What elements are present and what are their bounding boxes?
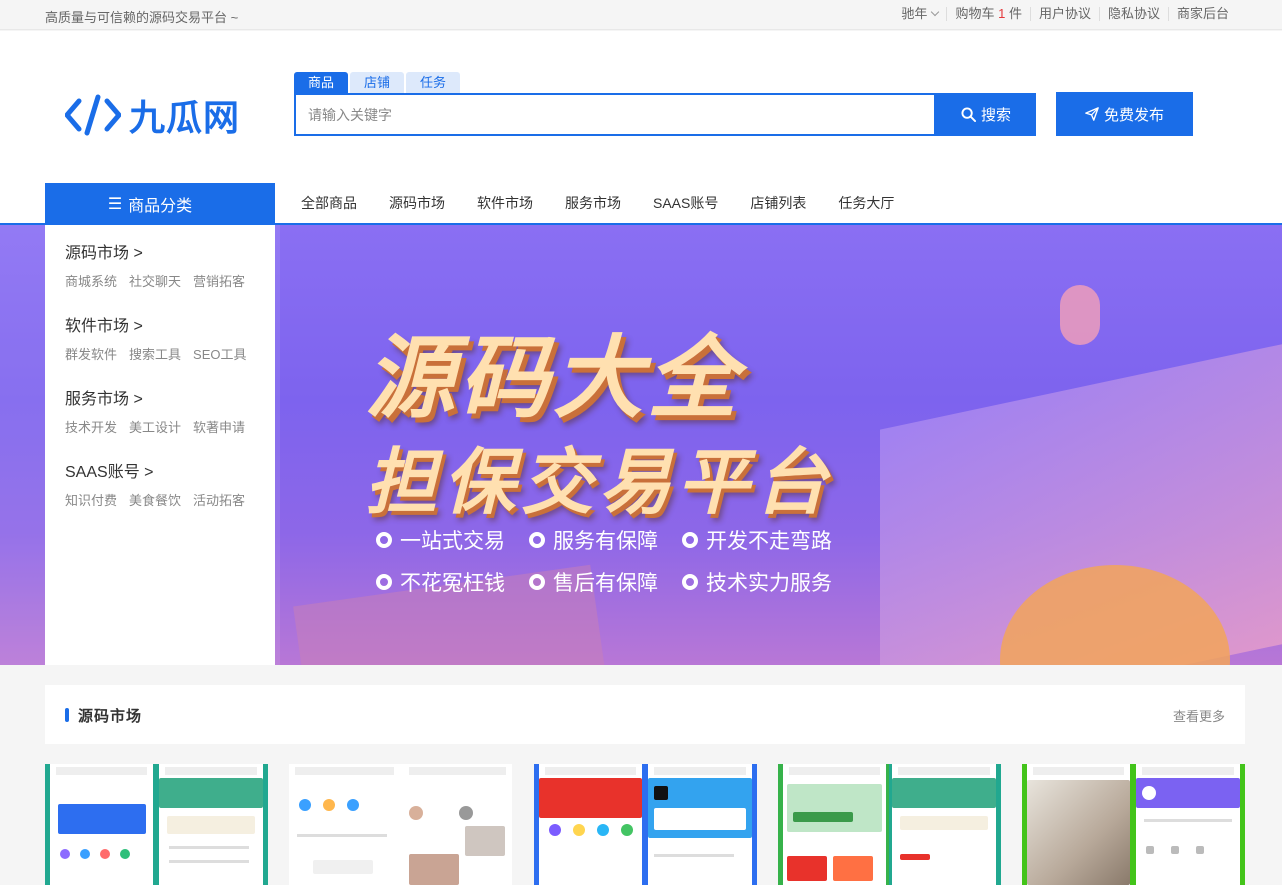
product-thumbnail <box>539 764 642 885</box>
subcategory-link[interactable]: 美工设计 <box>129 417 181 436</box>
banner-feature: 开发不走弯路 <box>682 525 852 555</box>
nav-all-goods[interactable]: 全部商品 <box>285 193 373 213</box>
chevron-down-icon <box>931 7 940 17</box>
cart-link[interactable]: 购物车 1 件 <box>946 7 1030 21</box>
subcategory-link[interactable]: 活动拓客 <box>193 490 245 509</box>
product-thumbnail <box>289 764 400 885</box>
category-title-service[interactable]: 服务市场 > <box>65 385 275 408</box>
site-logo[interactable]: 九瓜网 <box>65 89 240 141</box>
top-bar: 高质量与可信赖的源码交易平台 ~ 驰年 购物车 1 件 用户协议 隐私协议 商家… <box>0 0 1282 30</box>
search-tabs: 商品 店铺 任务 <box>294 72 462 93</box>
nav-service-market[interactable]: 服务市场 <box>549 193 637 213</box>
nav-saas-accounts[interactable]: SAAS账号 <box>637 193 734 213</box>
search-icon <box>961 107 976 122</box>
product-thumbnail <box>892 764 996 885</box>
category-menu-label: 商品分类 <box>128 198 193 215</box>
category-sidebar: 源码市场 > 商城系统 社交聊天 营销拓客 软件市场 > 群发软件 搜索工具 S… <box>45 225 275 665</box>
category-title-saas[interactable]: SAAS账号 > <box>65 458 275 481</box>
search-button[interactable]: 搜索 <box>936 93 1036 136</box>
subcategory-link[interactable]: 营销拓客 <box>193 271 245 290</box>
product-card[interactable] <box>45 764 268 885</box>
username: 驰年 <box>901 6 928 21</box>
nav-source-market[interactable]: 源码市场 <box>373 193 461 213</box>
top-links: 驰年 购物车 1 件 用户协议 隐私协议 商家后台 <box>893 7 1237 21</box>
circle-icon <box>529 532 545 548</box>
cart-label: 购物车 <box>955 6 995 21</box>
subcategory-link[interactable]: 群发软件 <box>65 344 117 363</box>
cart-count: 1 <box>998 6 1006 21</box>
banner-feature: 售后有保障 <box>529 567 682 597</box>
subcategory-link[interactable]: SEO工具 <box>193 344 246 363</box>
site-slogan: 高质量与可信赖的源码交易平台 ~ <box>45 10 239 25</box>
subcategory-link[interactable]: 知识付费 <box>65 490 117 509</box>
product-grid <box>45 764 1245 885</box>
product-thumbnail <box>1027 764 1130 885</box>
product-thumbnail <box>648 764 752 885</box>
send-icon <box>1085 107 1099 121</box>
product-thumbnail <box>1136 764 1240 885</box>
main-nav: ☰ 商品分类 全部商品 源码市场 软件市场 服务市场 SAAS账号 店铺列表 任… <box>0 183 1282 225</box>
banner-feature: 技术实力服务 <box>682 567 852 597</box>
subcategory-link[interactable]: 美食餐饮 <box>129 490 181 509</box>
product-card[interactable] <box>778 764 1001 885</box>
subcategory-link[interactable]: 社交聊天 <box>129 271 181 290</box>
logo-text: 九瓜网 <box>129 97 241 138</box>
search-tab-shops[interactable]: 店铺 <box>350 72 405 93</box>
banner-feature: 不花冤枉钱 <box>376 567 529 597</box>
product-thumbnail <box>783 764 886 885</box>
subcategory-link[interactable]: 搜索工具 <box>129 344 181 363</box>
circle-icon <box>682 532 698 548</box>
publish-button-label: 免费发布 <box>1103 106 1164 124</box>
product-card[interactable] <box>534 764 757 885</box>
category-group: 服务市场 > 技术开发 美工设计 软著申请 <box>65 385 275 458</box>
nav-links: 全部商品 源码市场 软件市场 服务市场 SAAS账号 店铺列表 任务大厅 <box>285 183 910 223</box>
nav-task-hall[interactable]: 任务大厅 <box>822 193 910 213</box>
banner-features: 一站式交易 服务有保障 开发不走弯路 不花冤枉钱 售后有保障 技术实力服务 <box>376 525 896 609</box>
banner-feature: 一站式交易 <box>376 525 529 555</box>
category-title-software[interactable]: 软件市场 > <box>65 312 275 335</box>
circle-icon <box>376 574 392 590</box>
circle-icon <box>682 574 698 590</box>
banner-feature: 服务有保障 <box>529 525 682 555</box>
product-card[interactable] <box>289 764 512 885</box>
search-box <box>294 93 936 136</box>
banner-subheadline: 担保交易平台 <box>365 440 834 524</box>
banner-headline: 源码大全 <box>365 326 741 431</box>
user-menu[interactable]: 驰年 <box>893 7 946 21</box>
subcategory-link[interactable]: 技术开发 <box>65 417 117 436</box>
code-logo-icon <box>65 94 121 136</box>
section-accent-bar <box>65 708 69 722</box>
subcategory-link[interactable]: 商城系统 <box>65 271 117 290</box>
nav-software-market[interactable]: 软件市场 <box>461 193 549 213</box>
category-menu-button[interactable]: ☰ 商品分类 <box>45 183 275 225</box>
product-thumbnail <box>50 764 153 885</box>
section-title: 源码市场 <box>78 708 143 725</box>
subcategory-link[interactable]: 软著申请 <box>193 417 245 436</box>
search-tab-goods[interactable]: 商品 <box>294 72 349 93</box>
nav-shop-list[interactable]: 店铺列表 <box>734 193 822 213</box>
category-title-source[interactable]: 源码市场 > <box>65 239 275 262</box>
category-group: 软件市场 > 群发软件 搜索工具 SEO工具 <box>65 312 275 385</box>
search-tab-tasks[interactable]: 任务 <box>406 72 461 93</box>
privacy-link[interactable]: 隐私协议 <box>1098 7 1168 21</box>
header: 九瓜网 商品 店铺 任务 搜索 免费发布 <box>0 31 1282 183</box>
product-card[interactable] <box>1022 764 1245 885</box>
circle-icon <box>376 532 392 548</box>
circle-icon <box>529 574 545 590</box>
menu-icon: ☰ <box>107 196 123 213</box>
view-more-link[interactable]: 查看更多 <box>1173 706 1225 725</box>
product-thumbnail <box>159 764 263 885</box>
category-group: SAAS账号 > 知识付费 美食餐饮 活动拓客 <box>65 458 275 531</box>
search-input[interactable] <box>296 95 934 134</box>
merchant-backend-link[interactable]: 商家后台 <box>1167 7 1237 21</box>
product-thumbnail <box>403 764 512 885</box>
user-agreement-link[interactable]: 用户协议 <box>1029 7 1099 21</box>
category-group: 源码市场 > 商城系统 社交聊天 营销拓客 <box>65 239 275 312</box>
free-publish-button[interactable]: 免费发布 <box>1056 92 1193 136</box>
section-header: 源码市场 查看更多 <box>45 685 1245 744</box>
search-button-label: 搜索 <box>980 107 1011 124</box>
cart-unit: 件 <box>1008 6 1022 21</box>
